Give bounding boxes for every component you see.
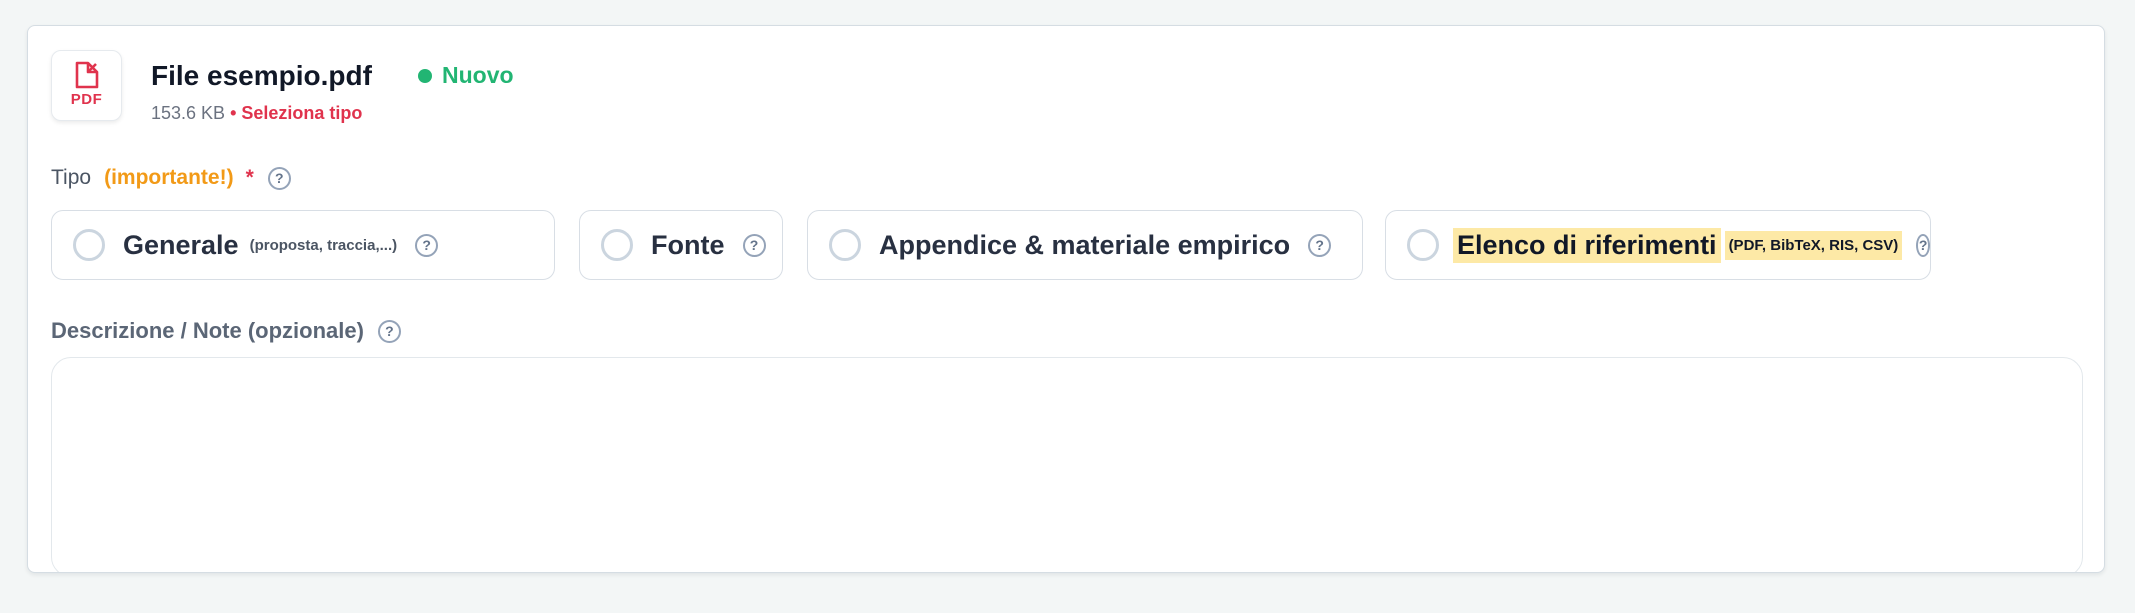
status-dot-icon: [418, 68, 432, 83]
required-mark: *: [245, 166, 254, 189]
description-help-icon[interactable]: ?: [377, 319, 401, 343]
radio-button[interactable]: [829, 229, 861, 261]
pdf-file-icon: PDF: [51, 50, 122, 121]
file-name: File esempio.pdf: [151, 60, 372, 91]
tipo-label: Tipo: [51, 166, 92, 189]
type-option-appendice[interactable]: Appendice & materiale empirico ?: [807, 210, 1363, 280]
file-upload-card: PDF File esempio.pdf Nuovo 153.6 KB • Se…: [27, 25, 2105, 573]
important-label: (importante!): [104, 166, 234, 189]
status-label: Nuovo: [442, 62, 514, 88]
file-meta: 153.6 KB • Seleziona tipo: [151, 103, 362, 124]
option-label: Fonte: [651, 229, 725, 260]
description-label: Descrizione / Note (opzionale): [51, 318, 364, 343]
option-help-icon[interactable]: ?: [742, 233, 766, 257]
type-option-elenco-riferimenti[interactable]: Elenco di riferimenti (PDF, BibTeX, RIS,…: [1385, 210, 1931, 280]
status-badge: Nuovo: [418, 62, 514, 89]
tipo-field-label: Tipo (importante!) * ?: [51, 166, 291, 190]
option-help-icon[interactable]: ?: [1308, 233, 1332, 257]
select-type-warning: • Seleziona tipo: [230, 103, 363, 123]
option-sublabel: (PDF, BibTeX, RIS, CSV): [1724, 230, 1903, 260]
pdf-label: PDF: [70, 91, 103, 108]
type-option-fonte[interactable]: Fonte ?: [579, 210, 783, 280]
option-help-icon[interactable]: ?: [415, 233, 439, 257]
description-textarea[interactable]: [51, 357, 2083, 572]
radio-button[interactable]: [1407, 229, 1439, 261]
option-label: Appendice & materiale empirico: [879, 229, 1291, 260]
type-option-generale[interactable]: Generale (proposta, traccia,...) ?: [51, 210, 555, 280]
radio-button[interactable]: [601, 229, 633, 261]
description-field-label: Descrizione / Note (opzionale) ?: [51, 318, 401, 344]
option-help-icon[interactable]: ?: [1916, 233, 1930, 257]
document-icon: [75, 61, 99, 89]
option-label: Generale: [123, 229, 239, 260]
tipo-help-icon[interactable]: ?: [267, 166, 291, 190]
radio-button[interactable]: [73, 229, 105, 261]
option-label: Elenco di riferimenti: [1453, 227, 1721, 263]
option-sublabel: (proposta, traccia,...): [249, 236, 398, 254]
file-size: 153.6 KB: [151, 103, 226, 123]
